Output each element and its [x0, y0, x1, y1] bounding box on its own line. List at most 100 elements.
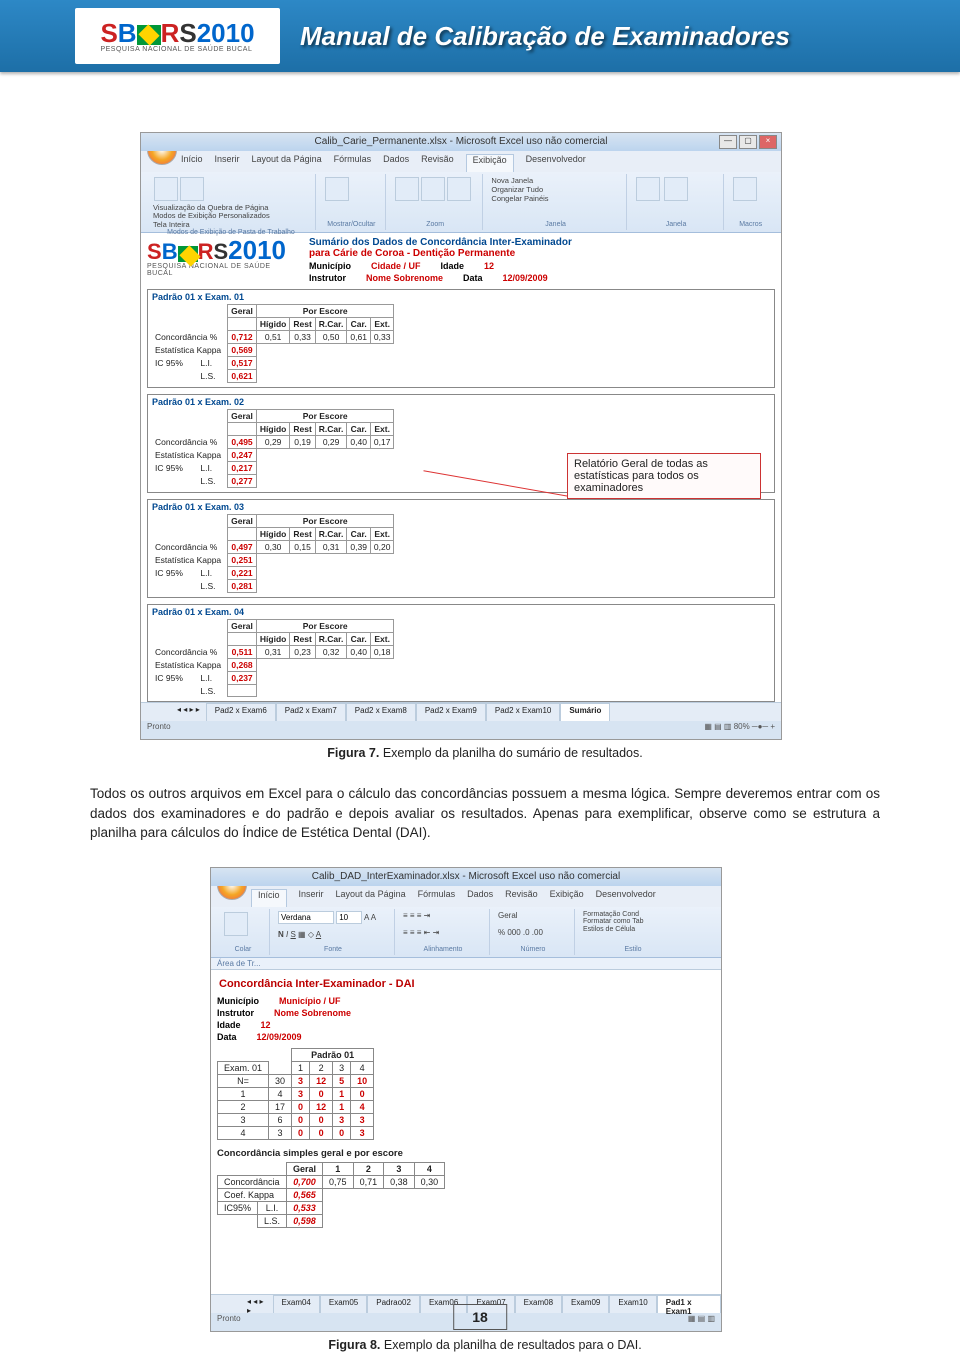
logo-sbrs: SBRS2010	[100, 20, 254, 46]
freeze-panes[interactable]: Congelar Painéis	[491, 194, 619, 203]
figure-7-caption-bold: Figura 7.	[327, 746, 379, 760]
paste-icon[interactable]	[224, 912, 248, 936]
kappa-label: Coef. Kappa	[218, 1188, 287, 1201]
dai-idade-value: 12	[261, 1020, 271, 1030]
ic95-label: IC95%	[218, 1201, 258, 1214]
tab-desenvolvedor[interactable]: Desenvolvedor	[526, 154, 586, 172]
show-hide-icon[interactable]	[325, 177, 349, 201]
sheet-logo: SBRS2010 PESQUISA NACIONAL DE SAÚDE BUCA…	[147, 237, 297, 283]
sheet-tab[interactable]: Exam04	[273, 1295, 320, 1313]
sheet-tab[interactable]: Exam09	[562, 1295, 609, 1313]
summary-title-1: Sumário dos Dados de Concordância Inter-…	[309, 237, 572, 248]
sheet-tab[interactable]: Pad2 x Exam10	[486, 703, 560, 721]
sheet-tab[interactable]: Exam10	[609, 1295, 656, 1313]
group-label-font: Fonte	[278, 946, 388, 953]
tab-desenvolvedor[interactable]: Desenvolvedor	[596, 889, 656, 907]
ribbon: Colar A A N I S ▦ ◇ A Fonte ≡ ≡ ≡ ⇥≡ ≡ ≡…	[211, 907, 721, 958]
switch-windows-icon[interactable]	[664, 177, 688, 201]
dai-crosstab: Padrão 01 Exam. 01 1234 N=30 312510 1430…	[217, 1048, 374, 1140]
tab-layout[interactable]: Layout da Página	[336, 889, 406, 907]
format-table[interactable]: Formatar como Tab	[583, 918, 683, 926]
summary-title-2: para Cárie de Coroa - Dentição Permanent…	[309, 248, 515, 259]
minimize-icon[interactable]: —	[719, 135, 737, 149]
group-label-window2: Janela	[635, 221, 718, 228]
sheet-tab[interactable]: Padrao02	[367, 1295, 420, 1313]
arrange-all[interactable]: Organizar Tudo	[491, 185, 619, 194]
bold-icon[interactable]: N	[278, 930, 284, 939]
normal-view-icon[interactable]	[154, 177, 178, 201]
sheet-tab[interactable]: Exam08	[515, 1295, 562, 1313]
group-label-clipboard: Colar	[223, 946, 263, 953]
figure-8-caption-bold: Figura 8.	[328, 1338, 380, 1352]
tab-formulas[interactable]: Fórmulas	[334, 154, 372, 172]
sheet-tab[interactable]: Pad2 x Exam9	[416, 703, 486, 721]
concordance-label: Concordância	[218, 1175, 287, 1188]
stat-block: Padrão 01 x Exam. 01 GeralPor Escore Híg…	[147, 289, 775, 388]
dai-municipio-label: Município	[217, 996, 259, 1006]
italic-icon[interactable]: I	[286, 930, 288, 939]
tab-revisao[interactable]: Revisão	[505, 889, 538, 907]
group-label-showhide: Mostrar/Ocultar	[324, 221, 379, 228]
fullscreen[interactable]: Tela Inteira	[153, 221, 270, 229]
tab-dados[interactable]: Dados	[383, 154, 409, 172]
zoomsel-icon[interactable]	[447, 177, 471, 201]
stat-block: Padrão 01 x Exam. 03 GeralPor Escore Híg…	[147, 499, 775, 598]
tab-inicio[interactable]: Início	[251, 889, 287, 907]
font-name-input[interactable]	[278, 911, 334, 924]
sheet-tab[interactable]: Pad2 x Exam8	[346, 703, 416, 721]
sheet-tab-active[interactable]: Pad1 x Exam1	[657, 1295, 721, 1313]
figure-8: Calib_DAD_InterExaminador.xlsx - Microso…	[210, 867, 722, 1332]
figure-7-caption-text: Exemplo da planilha do sumário de result…	[379, 746, 642, 760]
group-label-window: Janela	[491, 221, 619, 228]
maximize-icon[interactable]: ▢	[739, 135, 757, 149]
crosstab-col-header: Padrão 01	[292, 1048, 374, 1061]
cell-styles[interactable]: Estilos de Célula	[583, 926, 683, 934]
ribbon-tabs: Início Inserir Layout da Página Fórmulas…	[211, 886, 721, 907]
number-format[interactable]: Geral	[498, 911, 568, 920]
zoom-icon[interactable]	[395, 177, 419, 201]
dai-instrutor-value: Nome Sobrenome	[274, 1008, 351, 1018]
figure-7: Calib_Carie_Permanente.xlsx - Microsoft …	[140, 132, 782, 740]
tab-dados[interactable]: Dados	[467, 889, 493, 907]
tab-inserir[interactable]: Inserir	[215, 154, 240, 172]
view-icons[interactable]: ▦ ▤ ▥	[704, 722, 731, 731]
body-paragraph: Todos os outros arquivos em Excel para o…	[90, 784, 880, 843]
tab-inicio[interactable]: Início	[181, 154, 203, 172]
instrutor-value: Nome Sobrenome	[366, 273, 443, 283]
group-label-alignment: Alinhamento	[403, 946, 483, 953]
stat-block: Padrão 01 x Exam. 04 GeralPor Escore Híg…	[147, 604, 775, 702]
save-workspace-icon[interactable]	[636, 177, 660, 201]
font-size-input[interactable]	[336, 911, 362, 924]
logo-box: SBRS2010 PESQUISA NACIONAL DE SAÚDE BUCA…	[75, 8, 280, 64]
tab-revisao[interactable]: Revisão	[421, 154, 454, 172]
close-icon[interactable]: ×	[759, 135, 777, 149]
zoom100-icon[interactable]	[421, 177, 445, 201]
group-label-zoom: Zoom	[394, 221, 477, 228]
sheet-tab[interactable]: Pad2 x Exam7	[276, 703, 346, 721]
tab-exibicao[interactable]: Exibição	[550, 889, 584, 907]
idade-value: 12	[484, 261, 494, 271]
dai-data-label: Data	[217, 1032, 237, 1042]
underline-icon[interactable]: S	[290, 930, 295, 939]
tab-inserir[interactable]: Inserir	[299, 889, 324, 907]
dai-municipio-value: Município / UF	[279, 996, 341, 1006]
sheet-nav-icon[interactable]: ◂ ◂ ▸ ▸	[171, 703, 206, 721]
ribbon-tabs: Início Inserir Layout da Página Fórmulas…	[141, 151, 781, 172]
tab-layout[interactable]: Layout da Página	[252, 154, 322, 172]
macros-icon[interactable]	[733, 177, 757, 201]
sheet-tab-active[interactable]: Sumário	[560, 703, 610, 721]
dai-title: Concordância Inter-Examinador - DAI	[217, 974, 715, 994]
view-icons[interactable]: ▦ ▤ ▥	[688, 1314, 715, 1330]
sheet-tab[interactable]: Exam05	[320, 1295, 367, 1313]
cond-format[interactable]: Formatação Cond	[583, 911, 683, 919]
tab-exibicao[interactable]: Exibição	[466, 154, 514, 172]
sheet-nav-icon[interactable]: ◂ ◂ ▸ ▸	[241, 1295, 273, 1313]
excel-titlebar: Calib_Carie_Permanente.xlsx - Microsoft …	[141, 133, 781, 151]
new-window[interactable]: Nova Janela	[491, 176, 619, 185]
sheet-tab[interactable]: Pad2 x Exam6	[206, 703, 276, 721]
municipio-value: Cidade / UF	[371, 261, 421, 271]
page-number: 18	[453, 1304, 507, 1330]
pagelayout-icon[interactable]	[180, 177, 204, 201]
tab-formulas[interactable]: Fórmulas	[418, 889, 456, 907]
dai-idade-label: Idade	[217, 1020, 241, 1030]
